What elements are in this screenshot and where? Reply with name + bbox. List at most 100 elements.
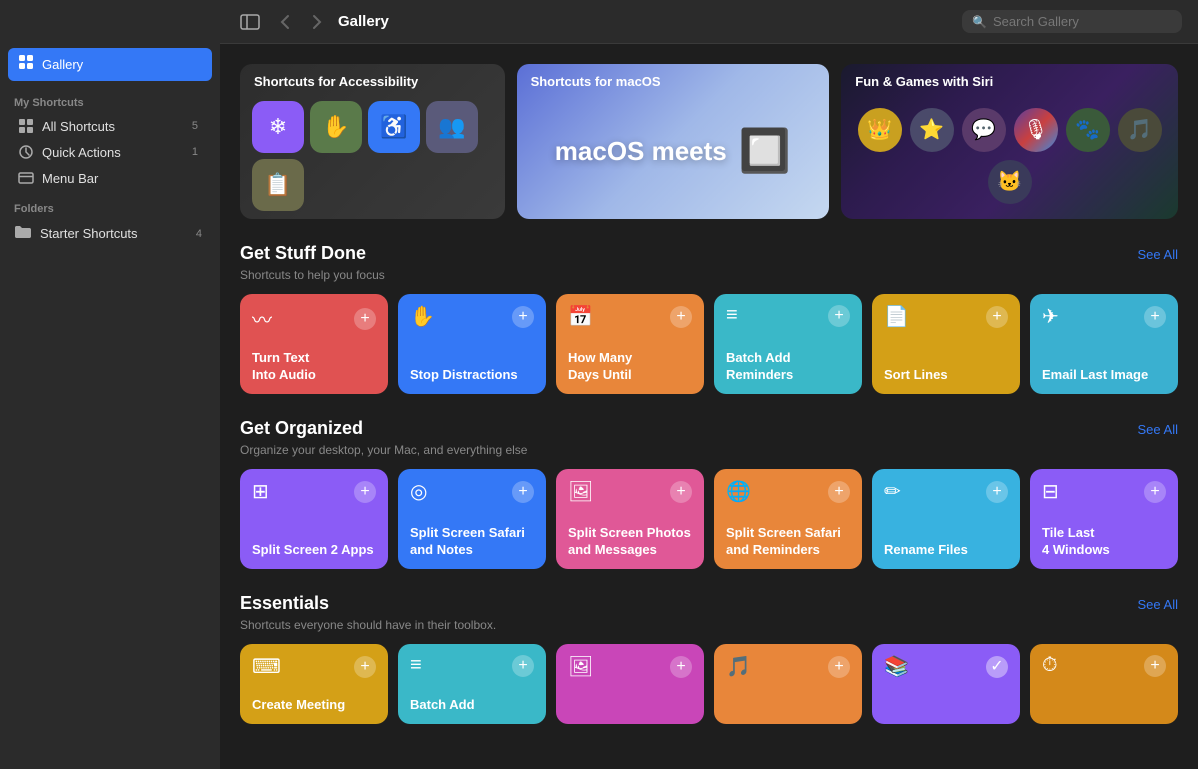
card-add-ess-6[interactable]: + (1144, 655, 1166, 677)
card-email-last-image[interactable]: ✈ + Email Last Image (1030, 294, 1178, 394)
all-shortcuts-label: All Shortcuts (42, 119, 115, 134)
acc-icon-5: 📋 (252, 159, 304, 211)
hero-accessibility[interactable]: Shortcuts for Accessibility ❄ ✋ ♿ 👥 📋 (240, 64, 505, 219)
card-add-org-4[interactable]: + (828, 481, 850, 503)
card-icon-waveform: 〰 (252, 304, 272, 333)
card-ess-3[interactable]: 🖼 + (556, 644, 704, 724)
card-icon-globe: 🌐 (726, 479, 751, 504)
search-bar[interactable]: 🔍 (962, 10, 1182, 33)
siri-icons-row: 👑 ⭐ 💬 🎙 🐾 🎵 🐱 (853, 108, 1166, 204)
card-add-button-6[interactable]: + (1144, 306, 1166, 328)
essentials-see-all[interactable]: See All (1138, 597, 1178, 612)
get-stuff-done-cards: 〰 + Turn TextInto Audio ✋ + Stop Distrac… (240, 294, 1178, 394)
acc-icon-4: 👥 (426, 101, 478, 153)
siri-icon-cat: 🐱 (988, 160, 1032, 204)
accessibility-icons-row: ❄ ✋ ♿ 👥 📋 (252, 101, 493, 211)
get-stuff-done-subtitle: Shortcuts to help you focus (240, 268, 1178, 282)
card-title-org-3: Split Screen Photosand Messages (568, 525, 692, 559)
acc-icon-1: ❄ (252, 101, 304, 153)
starter-shortcuts-badge: 4 (192, 228, 206, 240)
get-stuff-done-see-all[interactable]: See All (1138, 247, 1178, 262)
card-ess-6[interactable]: ⏱ + (1030, 644, 1178, 724)
accessibility-title: Shortcuts for Accessibility (254, 74, 418, 89)
card-icon-calendar: 📅 (568, 304, 593, 329)
card-icon-safari-notes: ◎ (410, 479, 427, 504)
essentials-header: Essentials See All (240, 593, 1178, 614)
card-stop-distractions[interactable]: ✋ + Stop Distractions (398, 294, 546, 394)
card-split-safari-notes[interactable]: ◎ + Split Screen Safariand Notes (398, 469, 546, 569)
card-add-ess-4[interactable]: + (828, 656, 850, 678)
get-organized-subtitle: Organize your desktop, your Mac, and eve… (240, 443, 1178, 457)
card-title-ess-1: Create Meeting (252, 697, 376, 714)
main-content: Gallery 🔍 Shortcuts for Accessibility ❄ … (220, 0, 1198, 769)
card-title-org-2: Split Screen Safariand Notes (410, 525, 534, 559)
card-split-photos-messages[interactable]: 🖼 + Split Screen Photosand Messages (556, 469, 704, 569)
sidebar-item-starter-shortcuts[interactable]: Starter Shortcuts 4 (0, 219, 220, 248)
card-icon-doc: 📄 (884, 304, 909, 329)
card-icon-ess6: ⏱ (1042, 654, 1058, 677)
card-add-button-2[interactable]: + (512, 306, 534, 328)
menu-bar-label: Menu Bar (42, 171, 98, 186)
back-button[interactable] (274, 11, 296, 33)
card-add-org-2[interactable]: + (512, 481, 534, 503)
card-title-1: Turn TextInto Audio (252, 350, 376, 384)
card-split-safari-reminders[interactable]: 🌐 + Split Screen Safariand Reminders (714, 469, 862, 569)
hero-banners-row: Shortcuts for Accessibility ❄ ✋ ♿ 👥 📋 Sh… (240, 64, 1178, 219)
quick-actions-icon (18, 144, 34, 160)
card-add-ess-5[interactable]: ✓ (986, 656, 1008, 678)
macos-title: Shortcuts for macOS (531, 74, 661, 89)
card-add-org-6[interactable]: + (1144, 481, 1166, 503)
hero-siri[interactable]: Fun & Games with Siri 👑 ⭐ 💬 🎙 🐾 🎵 🐱 (841, 64, 1178, 219)
sidebar-item-menu-bar[interactable]: Menu Bar (4, 165, 216, 191)
quick-actions-label: Quick Actions (42, 145, 121, 160)
card-sort-lines[interactable]: 📄 + Sort Lines (872, 294, 1020, 394)
card-batch-add-reminders[interactable]: ≡ + Batch AddReminders (714, 294, 862, 394)
hero-macos[interactable]: Shortcuts for macOS macOS meets 🔲 (517, 64, 830, 219)
card-add-ess-2[interactable]: + (512, 655, 534, 677)
get-organized-see-all[interactable]: See All (1138, 422, 1178, 437)
card-batch-add[interactable]: ≡ + Batch Add (398, 644, 546, 724)
card-turn-text-audio[interactable]: 〰 + Turn TextInto Audio (240, 294, 388, 394)
get-stuff-done-header: Get Stuff Done See All (240, 243, 1178, 264)
siri-icon-speech: 💬 (962, 108, 1006, 152)
card-add-ess-3[interactable]: + (670, 656, 692, 678)
sidebar-item-all-shortcuts[interactable]: All Shortcuts 5 (4, 113, 216, 139)
card-ess-5[interactable]: 📚 ✓ (872, 644, 1020, 724)
card-title-2: Stop Distractions (410, 367, 534, 384)
essentials-title: Essentials (240, 593, 329, 614)
card-title-org-6: Tile Last4 Windows (1042, 525, 1166, 559)
card-icon-keyboard: ⌨ (252, 654, 281, 679)
card-icon-email: ✈ (1042, 304, 1059, 329)
card-rename-files[interactable]: ✏ + Rename Files (872, 469, 1020, 569)
card-title-org-1: Split Screen 2 Apps (252, 542, 376, 559)
sidebar-item-quick-actions[interactable]: Quick Actions 1 (4, 139, 216, 165)
content-area: Shortcuts for Accessibility ❄ ✋ ♿ 👥 📋 Sh… (220, 44, 1198, 769)
sidebar-toggle-button[interactable] (236, 11, 264, 33)
macos-meets-text: macOS meets (555, 136, 727, 167)
my-shortcuts-section: My Shortcuts (0, 89, 220, 113)
card-icon-hand: ✋ (410, 304, 435, 329)
get-organized-section: Get Organized See All Organize your desk… (240, 418, 1178, 569)
get-organized-cards: ⊞ + Split Screen 2 Apps ◎ + Split Screen… (240, 469, 1178, 569)
card-ess-4[interactable]: 🎵 + (714, 644, 862, 724)
essentials-subtitle: Shortcuts everyone should have in their … (240, 618, 1178, 632)
essentials-section: Essentials See All Shortcuts everyone sh… (240, 593, 1178, 724)
menu-bar-icon (18, 170, 34, 186)
card-add-ess-1[interactable]: + (354, 656, 376, 678)
card-icon-ess3: 🖼 (568, 654, 593, 679)
card-add-org-3[interactable]: + (670, 481, 692, 503)
sidebar-item-gallery[interactable]: Gallery (8, 48, 212, 81)
card-add-button-3[interactable]: + (670, 306, 692, 328)
card-create-meeting[interactable]: ⌨ + Create Meeting (240, 644, 388, 724)
card-split-screen-2apps[interactable]: ⊞ + Split Screen 2 Apps (240, 469, 388, 569)
card-add-button-1[interactable]: + (354, 308, 376, 330)
card-add-org-1[interactable]: + (354, 481, 376, 503)
card-tile-last-windows[interactable]: ⊟ + Tile Last4 Windows (1030, 469, 1178, 569)
card-how-many-days[interactable]: 📅 + How ManyDays Until (556, 294, 704, 394)
card-title-6: Email Last Image (1042, 367, 1166, 384)
forward-button[interactable] (306, 11, 328, 33)
card-add-button-5[interactable]: + (986, 306, 1008, 328)
card-add-button-4[interactable]: + (828, 305, 850, 327)
search-input[interactable] (993, 14, 1153, 29)
card-add-org-5[interactable]: + (986, 481, 1008, 503)
